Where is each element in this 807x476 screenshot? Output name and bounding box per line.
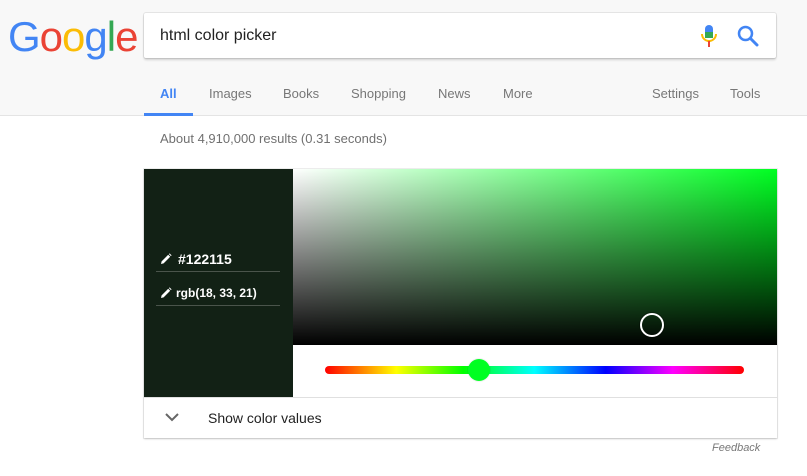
color-selector-handle[interactable] xyxy=(640,313,664,337)
pencil-icon xyxy=(161,287,172,298)
hue-slider-track[interactable] xyxy=(325,366,744,374)
header-bar: Google All Images Books Shopping News Mo… xyxy=(0,0,807,116)
logo-letter-g: G xyxy=(8,13,41,60)
color-picker-card: #122115 rgb(18, 33, 21) Show color value… xyxy=(144,169,777,438)
tab-all[interactable]: All xyxy=(160,86,177,102)
show-color-values-toggle[interactable]: Show color values xyxy=(208,410,322,426)
active-tab-indicator xyxy=(144,113,193,116)
pencil-icon xyxy=(161,253,172,264)
logo-letter-l: l xyxy=(106,13,116,60)
logo-letter-o1: o xyxy=(39,13,63,60)
logo-letter-o2: o xyxy=(62,13,85,60)
saturation-value-panel[interactable] xyxy=(293,169,777,345)
rgb-value: rgb(18, 33, 21) xyxy=(176,286,257,300)
rgb-value-field[interactable]: rgb(18, 33, 21) xyxy=(156,280,280,306)
hex-value-field[interactable]: #122115 xyxy=(156,246,280,272)
tab-news[interactable]: News xyxy=(438,86,471,102)
card-divider xyxy=(144,397,777,398)
logo-letter-e: e xyxy=(115,13,138,60)
tab-more[interactable]: More xyxy=(503,86,533,102)
search-input[interactable] xyxy=(160,13,680,58)
search-box xyxy=(144,13,776,58)
tools-link[interactable]: Tools xyxy=(730,86,760,102)
hue-slider-handle[interactable] xyxy=(468,359,490,381)
chevron-down-icon[interactable] xyxy=(164,411,180,423)
tab-shopping[interactable]: Shopping xyxy=(351,86,406,102)
tab-images[interactable]: Images xyxy=(209,86,252,102)
google-logo[interactable]: Google xyxy=(8,13,138,61)
color-swatch: #122115 rgb(18, 33, 21) xyxy=(144,169,293,397)
tab-books[interactable]: Books xyxy=(283,86,319,102)
search-icon[interactable] xyxy=(737,25,759,47)
result-stats: About 4,910,000 results (0.31 seconds) xyxy=(160,131,387,146)
feedback-link[interactable]: Feedback xyxy=(712,442,760,454)
logo-letter-g2: g xyxy=(84,13,107,60)
hex-value: #122115 xyxy=(178,251,232,267)
settings-link[interactable]: Settings xyxy=(652,86,699,102)
mic-icon[interactable] xyxy=(701,25,717,47)
